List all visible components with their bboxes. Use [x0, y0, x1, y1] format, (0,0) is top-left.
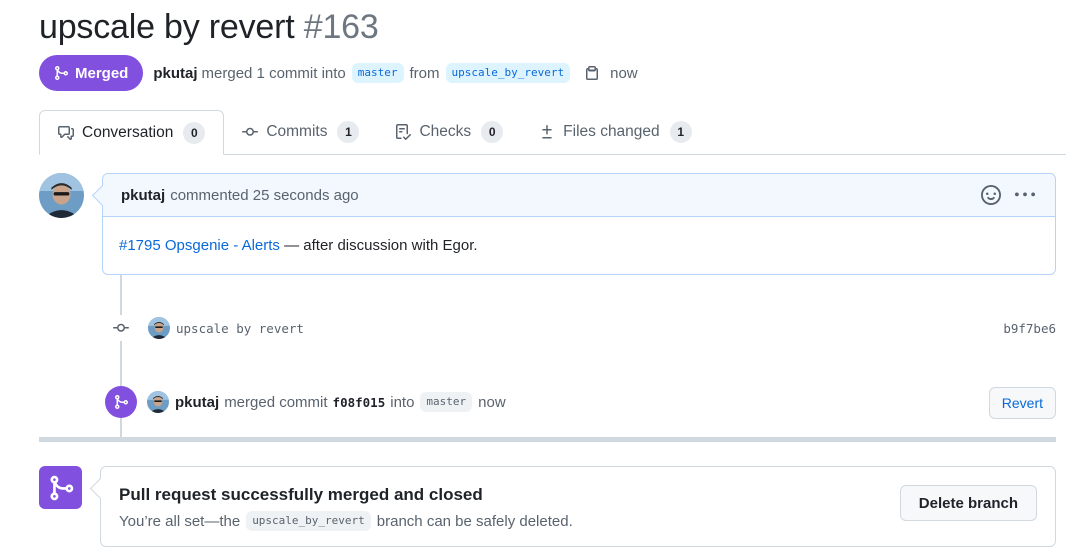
- pr-title: upscale by revert #163: [39, 8, 379, 47]
- tab-conversation-label: Conversation: [82, 123, 174, 141]
- into-text: into: [390, 393, 415, 411]
- commit-author-avatar[interactable]: [148, 317, 170, 339]
- pr-number: #163: [303, 8, 379, 46]
- merge-sub-before: You’re all set—the: [119, 512, 241, 530]
- checklist-icon: [396, 123, 412, 140]
- git-commit-icon: [113, 323, 129, 332]
- copy-icon[interactable]: [584, 65, 600, 81]
- tab-files-changed-label: Files changed: [563, 122, 660, 140]
- git-merge-icon: [50, 475, 73, 500]
- base-branch-label[interactable]: master: [351, 63, 404, 83]
- merged-event-badge: [105, 386, 137, 418]
- tab-files-changed-count: 1: [669, 120, 692, 143]
- tab-conversation[interactable]: Conversation 0: [39, 110, 225, 155]
- git-merge-icon: [55, 66, 69, 80]
- tab-checks[interactable]: Checks 0: [377, 109, 521, 154]
- merged-event-text: pkutaj merged commit f08f015 into master…: [147, 391, 506, 413]
- merge-status-title: Pull request successfully merged and clo…: [119, 485, 483, 504]
- pr-time: now: [610, 64, 638, 82]
- comment-action-text[interactable]: commented 25 seconds ago: [170, 187, 358, 204]
- git-merge-icon: [115, 395, 129, 409]
- merged-state-badge: Merged: [39, 55, 144, 91]
- tab-commits-label: Commits: [266, 122, 328, 140]
- merge-summary-text: merged 1 commit into: [201, 64, 346, 82]
- merge-author-avatar[interactable]: [147, 391, 169, 413]
- tab-conversation-count: 0: [183, 121, 206, 144]
- tab-files-changed[interactable]: Files changed 1: [521, 109, 710, 154]
- git-commit-icon: [242, 127, 259, 136]
- tab-commits-count: 1: [337, 120, 360, 143]
- smiley-icon[interactable]: [981, 185, 1001, 205]
- merged-commit-text: merged commit: [224, 393, 328, 411]
- comment-author-link[interactable]: pkutaj: [121, 187, 165, 204]
- file-diff-icon: [542, 124, 552, 138]
- merged-event: pkutaj merged commit f08f015 into master…: [105, 384, 1056, 420]
- merge-status-subtitle: You’re all set—the upscale_by_revert bra…: [119, 511, 573, 531]
- pr-meta: Merged pkutaj merged 1 commit into maste…: [39, 55, 638, 91]
- merge-author-link[interactable]: pkutaj: [175, 394, 219, 411]
- merge-status-box: Pull request successfully merged and clo…: [100, 466, 1056, 547]
- comment-box: pkutaj commented 25 seconds ago #1795 Op…: [102, 173, 1056, 275]
- comment-actions: [981, 185, 1035, 205]
- comment-discussion-icon: [58, 125, 74, 140]
- commit-event: upscale by revert b9f7be6: [108, 314, 1056, 342]
- merge-target-branch[interactable]: master: [420, 392, 473, 412]
- pr-tabs: Conversation 0 Commits 1 Checks 0 Files …: [39, 110, 1066, 155]
- commit-sha-link[interactable]: b9f7be6: [1003, 321, 1056, 336]
- pr-author-link[interactable]: pkutaj: [153, 65, 197, 82]
- tab-checks-count: 0: [481, 120, 504, 143]
- head-branch-label[interactable]: upscale_by_revert: [445, 63, 571, 83]
- tab-checks-label: Checks: [419, 122, 472, 140]
- merge-sub-after: branch can be safely deleted.: [376, 512, 573, 530]
- tab-commits[interactable]: Commits 1: [224, 109, 377, 154]
- issue-link[interactable]: #1795 Opsgenie - Alerts: [119, 237, 280, 254]
- merged-state-label: Merged: [75, 64, 129, 82]
- kebab-horizontal-icon[interactable]: [1015, 185, 1035, 205]
- comment-header: pkutaj commented 25 seconds ago: [103, 174, 1055, 217]
- revert-button[interactable]: Revert: [988, 387, 1056, 419]
- merge-status-icon-box: [39, 466, 82, 509]
- comment-body-text: — after discussion with Egor.: [279, 237, 478, 254]
- commit-dot: [108, 315, 134, 341]
- timeline-divider: [39, 437, 1056, 442]
- merge-time: now: [478, 393, 506, 411]
- comment-author-avatar[interactable]: [39, 173, 84, 218]
- pr-title-text: upscale by revert: [39, 8, 295, 46]
- commit-message-link[interactable]: upscale by revert: [176, 321, 304, 336]
- merge-sub-branch[interactable]: upscale_by_revert: [246, 511, 371, 531]
- comment-body: #1795 Opsgenie - Alerts — after discussi…: [103, 217, 1055, 274]
- merge-commit-sha-link[interactable]: f08f015: [333, 395, 386, 410]
- from-text: from: [409, 64, 440, 82]
- delete-branch-button[interactable]: Delete branch: [899, 485, 1037, 521]
